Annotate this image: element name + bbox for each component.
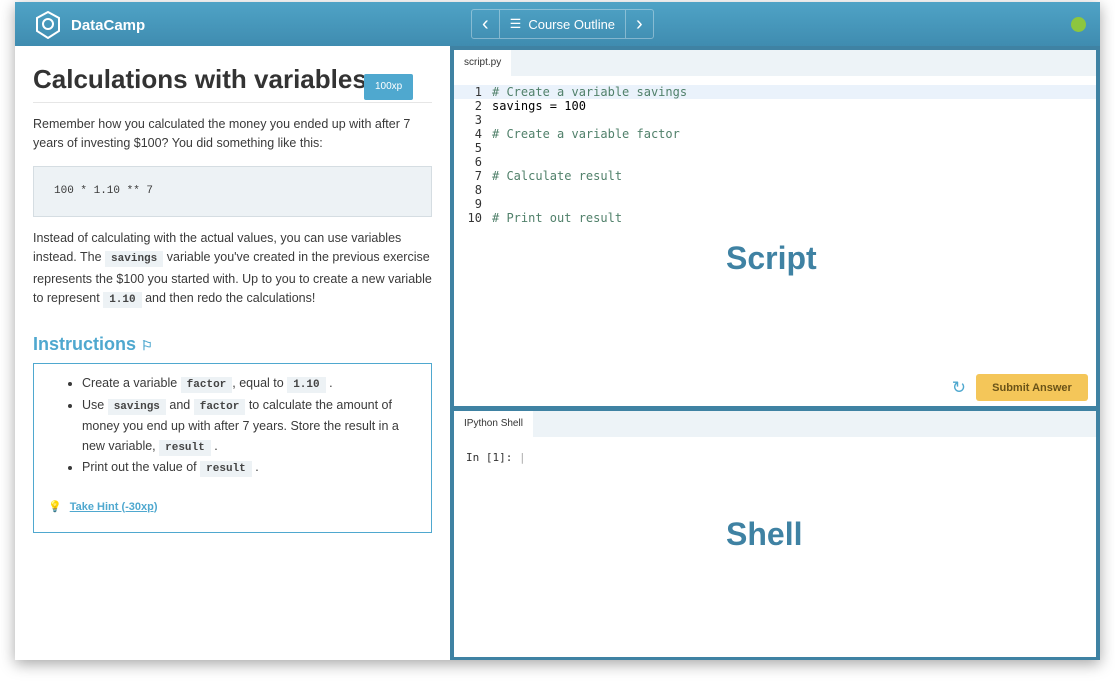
brand-name: DataCamp: [71, 16, 146, 34]
inline-code: savings: [107, 398, 166, 415]
code-line: 5: [454, 141, 1096, 155]
instructions-heading: Instructions ⚐: [33, 333, 432, 356]
instruction-item: Print out the value of result .: [82, 458, 417, 480]
submit-answer-button[interactable]: Submit Answer: [976, 374, 1088, 401]
line-number: 3: [474, 113, 482, 127]
shell-tabs: IPython Shell: [454, 411, 1096, 437]
course-nav: ‹ ☰ Course Outline ›: [471, 9, 654, 39]
instructions-title: Instructions: [33, 333, 137, 354]
inline-code: 1.10: [103, 292, 142, 308]
description-text: Instead of calculating with the actual v…: [33, 229, 432, 311]
code-editor[interactable]: 1 # Create a variable savings 2 savings = 1…: [454, 76, 1096, 225]
course-outline-label: Course Outline: [528, 16, 616, 32]
inline-code: savings: [105, 251, 164, 267]
line-text: # Create a variable savings: [492, 85, 688, 99]
shell-pane: IPython Shell In [1]: | Shell: [454, 411, 1096, 657]
text: , equal to: [232, 376, 288, 390]
instruction-item: Use savings and factor to calculate the …: [82, 396, 417, 459]
shell-prompt: In [1]:: [466, 451, 513, 464]
tab-ipython-shell[interactable]: IPython Shell: [454, 411, 533, 437]
menu-icon: ☰: [509, 16, 522, 31]
line-number: 5: [474, 141, 482, 155]
line-number: 4: [474, 127, 482, 141]
code-line: 6: [454, 155, 1096, 169]
flag-icon: ⚐: [141, 337, 153, 353]
line-text: # Create a variable factor: [492, 127, 680, 141]
text: .: [329, 376, 333, 390]
reset-icon[interactable]: ↻: [952, 378, 966, 398]
inline-code: result: [200, 461, 252, 477]
text: Use: [82, 397, 108, 412]
text: .: [214, 438, 218, 453]
exercise-panel: Calculations with variables 100xp Rememb…: [15, 46, 450, 660]
line-text: # Print out result: [492, 211, 623, 225]
code-line: 3: [454, 113, 1096, 127]
text: Create a variable: [82, 376, 181, 390]
datacamp-logo-icon: [36, 11, 60, 39]
line-number: 1: [474, 85, 482, 99]
instruction-item: Create a variable factor, equal to 1.10 …: [82, 374, 417, 396]
datacamp-logo[interactable]: DataCamp: [35, 11, 145, 39]
code-line: 1 # Create a variable savings: [454, 85, 1096, 99]
line-number: 10: [467, 211, 482, 225]
cursor: |: [518, 451, 526, 464]
line-number: 2: [474, 99, 482, 113]
line-number: 8: [474, 183, 482, 197]
xp-badge: 100xp: [364, 74, 414, 100]
line-text: savings = 100: [492, 99, 586, 113]
script-label: Script: [726, 240, 817, 276]
instructions-box: Create a variable factor, equal to 1.10 …: [33, 363, 432, 533]
text: .: [255, 460, 259, 474]
hint-label: Take Hint (-30xp): [69, 500, 158, 513]
code-snippet: 100 * 1.10 ** 7: [33, 165, 432, 217]
inline-code: factor: [193, 398, 246, 415]
editor-tabs: script.py: [454, 50, 1096, 76]
text: Print out the value of: [82, 460, 201, 474]
text: and: [165, 397, 194, 412]
line-text: # Calculate result: [492, 169, 623, 183]
inline-code: factor: [180, 377, 233, 393]
line-number: 7: [474, 169, 482, 183]
workspace: script.py 1 # Create a variable savings 2 s…: [450, 46, 1100, 660]
code-line: 9: [454, 197, 1096, 211]
app-window: DataCamp ‹ ☰ Course Outline › Calculation…: [15, 2, 1100, 660]
line-number: 9: [474, 197, 482, 211]
take-hint-link[interactable]: 💡 Take Hint (-30xp): [48, 498, 417, 518]
lightbulb-icon: 💡: [48, 500, 62, 513]
intro-text: Remember how you calculated the money yo…: [33, 116, 411, 151]
status-indicator: [1071, 17, 1086, 32]
tab-script[interactable]: script.py: [454, 50, 512, 76]
text: and then redo the calculations!: [141, 291, 316, 305]
code-line: 4 # Create a variable factor: [454, 127, 1096, 141]
line-number: 6: [474, 155, 482, 169]
inline-code: 1.10: [287, 377, 326, 393]
inline-code: result: [159, 439, 211, 456]
code-line: 10 # Print out result: [454, 211, 1096, 225]
script-pane: script.py 1 # Create a variable savings 2 s…: [454, 50, 1096, 406]
shell-label: Shell: [726, 516, 803, 552]
top-header: DataCamp ‹ ☰ Course Outline ›: [15, 2, 1100, 46]
code-line: 7 # Calculate result: [454, 169, 1096, 183]
prev-exercise-button[interactable]: ‹: [472, 10, 500, 38]
shell-console[interactable]: In [1]: |: [454, 437, 1096, 478]
next-exercise-button[interactable]: ›: [626, 10, 653, 38]
code-line: 8: [454, 183, 1096, 197]
code-line: 2 savings = 100: [454, 99, 1096, 113]
course-outline-button[interactable]: ☰ Course Outline: [500, 10, 627, 38]
